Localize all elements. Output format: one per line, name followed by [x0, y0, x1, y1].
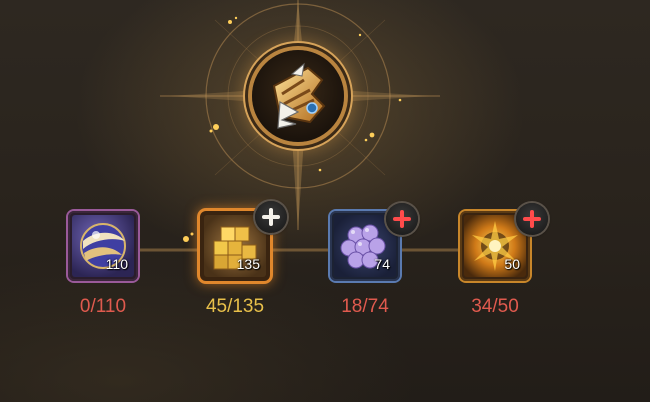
red-plus-icon[interactable] [386, 203, 418, 235]
item-count: 74 [374, 256, 390, 272]
item-count: 50 [504, 256, 520, 272]
material-slot-orb[interactable]: 110 [68, 211, 138, 281]
equipment-emblem[interactable] [252, 50, 344, 142]
progress-label-gold-cubes: 45/135 [205, 296, 265, 317]
white-plus-icon[interactable] [255, 201, 287, 233]
red-plus-icon[interactable] [516, 203, 548, 235]
progress-label-golden-burst: 34/50 [471, 296, 519, 317]
gauntlet-icon [272, 62, 326, 129]
progress-label-purple-grapes: 18/74 [341, 296, 389, 317]
progress-label-orb: 0/110 [79, 296, 127, 317]
item-count: 135 [236, 256, 260, 272]
item-count: 110 [105, 256, 128, 272]
